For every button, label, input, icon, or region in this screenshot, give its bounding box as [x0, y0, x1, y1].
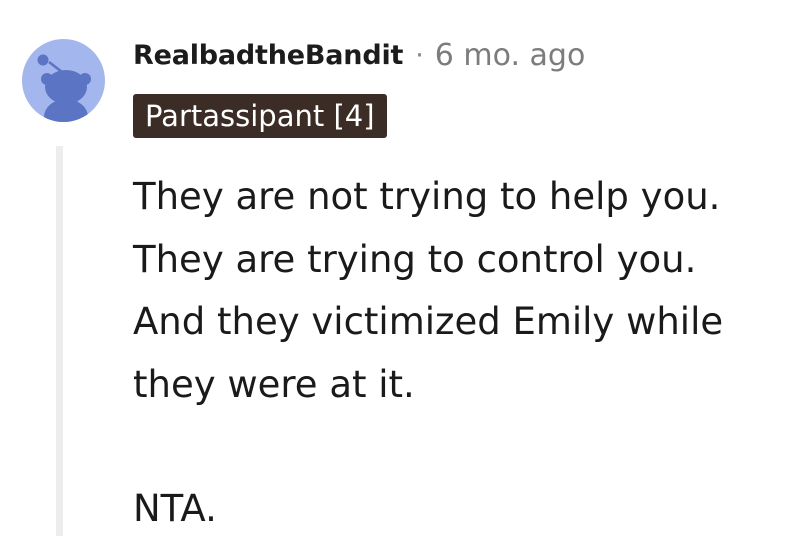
comment-line: They are not trying to help you.: [133, 175, 721, 218]
comment: RealbadtheBandit · 6 mo. ago Partassipan…: [0, 0, 801, 536]
author-username[interactable]: RealbadtheBandit: [133, 40, 403, 71]
avatar[interactable]: [22, 39, 105, 122]
user-flair: Partassipant [4]: [133, 94, 387, 138]
comment-body: They are not trying to help you. They ar…: [133, 166, 783, 541]
meta-separator: ·: [415, 39, 424, 71]
reddit-snoo-avatar-icon: [37, 54, 91, 122]
comment-meta: RealbadtheBandit · 6 mo. ago: [133, 34, 585, 76]
comment-line: they were at it.: [133, 362, 415, 406]
comment-verdict: NTA.: [133, 487, 217, 530]
comment-timestamp[interactable]: 6 mo. ago: [435, 38, 586, 73]
comment-line: They are trying to control you.: [133, 237, 697, 281]
comment-line: And they victimized Emily while: [133, 300, 724, 343]
thread-collapse-line[interactable]: [56, 146, 63, 536]
